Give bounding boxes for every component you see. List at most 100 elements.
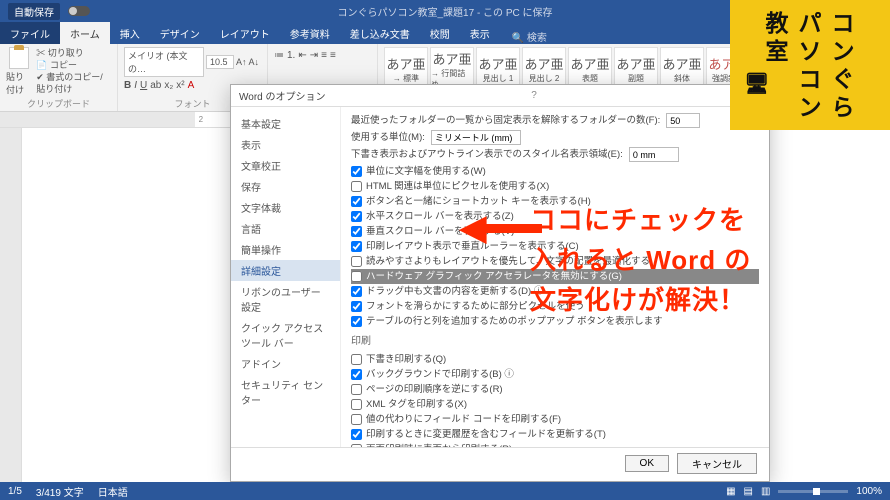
tab-home[interactable]: ホーム — [60, 22, 110, 44]
option-label: バックグラウンドで印刷する(B) ⓘ — [366, 367, 514, 382]
paste-icon — [9, 47, 29, 69]
dialog-nav-item[interactable]: 保存 — [231, 176, 340, 197]
recent-folders-label: 最近使ったフォルダーの一覧から固定表示を解除するフォルダーの数(F): — [351, 113, 660, 128]
view-print-icon[interactable]: ▤ — [744, 486, 753, 497]
option-label: XML タグを印刷する(X) — [366, 397, 467, 412]
underline-button[interactable]: U — [140, 80, 147, 91]
annotation-text: ココにチェックを 入れると Word の 文字化けが解決！ — [530, 200, 751, 320]
option-checkbox[interactable] — [351, 444, 362, 447]
brand-badge: 教パコ室ソンコぐンら 🖥 — [730, 0, 890, 130]
language[interactable]: 日本語 — [98, 484, 128, 499]
group-clipboard-label: クリップボード — [6, 97, 111, 110]
dialog-nav: 基本設定表示文章校正保存文字体裁言語簡単操作詳細設定リボンのユーザー設定クイック… — [231, 107, 341, 447]
cancel-button[interactable]: キャンセル — [677, 453, 757, 474]
dialog-nav-item[interactable]: 表示 — [231, 134, 340, 155]
grow-font-icon[interactable]: A↑ — [236, 57, 247, 67]
tab-review[interactable]: 校閲 — [420, 22, 460, 44]
dialog-nav-item[interactable]: 詳細設定 — [231, 260, 340, 281]
indent-dec-icon[interactable]: ⇤ — [298, 50, 306, 61]
option-label: 値の代わりにフィールド コードを印刷する(F) — [366, 412, 561, 427]
draft-width-input[interactable] — [629, 147, 679, 162]
view-web-icon[interactable]: ▥ — [761, 486, 770, 497]
tab-view[interactable]: 表示 — [460, 22, 500, 44]
align-left-icon[interactable]: ≡ — [321, 50, 327, 61]
document-title: コンぐらパソコン教室_課題17 - この PC に保存 — [337, 4, 552, 19]
page-count[interactable]: 1/5 — [8, 486, 22, 497]
dialog-nav-item[interactable]: 基本設定 — [231, 113, 340, 134]
option-checkbox[interactable] — [351, 196, 362, 207]
word-count[interactable]: 3/419 文字 — [36, 484, 84, 499]
view-readmode-icon[interactable]: ▦ — [726, 486, 735, 497]
dialog-nav-item[interactable]: セキュリティ センター — [231, 374, 340, 410]
statusbar: 1/5 3/419 文字 日本語 ▦ ▤ ▥ 100% — [0, 482, 890, 500]
dialog-nav-item[interactable]: アドイン — [231, 353, 340, 374]
italic-button[interactable]: I — [134, 80, 137, 91]
shrink-font-icon[interactable]: A↓ — [249, 57, 260, 67]
option-label: 両面印刷時に表面から印刷する(R) — [366, 442, 512, 447]
unit-select[interactable] — [431, 130, 521, 145]
format-painter-button[interactable]: ✔ 書式のコピー/貼り付け — [36, 71, 111, 95]
option-checkbox[interactable] — [351, 271, 362, 282]
tab-file[interactable]: ファイル — [0, 22, 60, 44]
option-label: ページの印刷順序を逆にする(R) — [366, 382, 503, 397]
option-checkbox[interactable] — [351, 414, 362, 425]
option-checkbox[interactable] — [351, 181, 362, 192]
recent-folders-input[interactable] — [666, 113, 700, 128]
dialog-nav-item[interactable]: 文字体裁 — [231, 197, 340, 218]
font-color-button[interactable]: A — [188, 80, 195, 91]
font-name-select[interactable]: メイリオ (本文の… — [124, 47, 204, 77]
draft-width-label: 下書き表示およびアウトライン表示でのスタイル名表示領域(E): — [351, 147, 623, 162]
font-size-select[interactable]: 10.5 — [206, 55, 234, 69]
dialog-nav-item[interactable]: リボンのユーザー設定 — [231, 281, 340, 317]
option-checkbox[interactable] — [351, 369, 362, 380]
option-label: 下書き印刷する(Q) — [366, 352, 446, 367]
option-checkbox[interactable] — [351, 384, 362, 395]
vertical-ruler — [0, 128, 22, 482]
option-checkbox[interactable] — [351, 301, 362, 312]
tab-mailings[interactable]: 差し込み文書 — [340, 22, 420, 44]
tab-insert[interactable]: 挿入 — [110, 22, 150, 44]
ok-button[interactable]: OK — [625, 455, 669, 472]
option-checkbox[interactable] — [351, 241, 362, 252]
numbering-icon[interactable]: 1. — [287, 50, 295, 61]
option-checkbox[interactable] — [351, 429, 362, 440]
sub-button[interactable]: x₂ — [164, 80, 173, 91]
bullets-icon[interactable]: ≔ — [274, 50, 284, 61]
paste-button[interactable]: 貼り付け — [6, 47, 32, 96]
autosave-label: 自動保存 — [8, 3, 60, 20]
monitor-icon: 🖥 — [744, 71, 769, 96]
dialog-nav-item[interactable]: 簡単操作 — [231, 239, 340, 260]
cut-button[interactable]: ✂ 切り取り — [36, 47, 111, 59]
tab-layout[interactable]: レイアウト — [210, 22, 280, 44]
search-box[interactable]: 🔍 検索 — [512, 29, 547, 44]
strike-button[interactable]: ab — [150, 80, 161, 91]
indent-inc-icon[interactable]: ⇥ — [310, 50, 318, 61]
option-checkbox[interactable] — [351, 399, 362, 410]
option-checkbox[interactable] — [351, 211, 362, 222]
option-label: 印刷するときに変更履歴を含むフィールドを更新する(T) — [366, 427, 606, 442]
option-label: HTML 関連は単位にピクセルを使用する(X) — [366, 179, 549, 194]
dialog-nav-item[interactable]: 文章校正 — [231, 155, 340, 176]
tab-references[interactable]: 参考資料 — [280, 22, 340, 44]
zoom-slider[interactable] — [778, 490, 848, 493]
dialog-nav-item[interactable]: クイック アクセス ツール バー — [231, 317, 340, 353]
option-checkbox[interactable] — [351, 286, 362, 297]
dialog-help-icon[interactable]: ? — [531, 90, 537, 101]
option-checkbox[interactable] — [351, 316, 362, 327]
sup-button[interactable]: x² — [176, 80, 184, 91]
option-label: ドラッグ中も文書の内容を更新する(D) ⓘ — [366, 284, 543, 299]
align-center-icon[interactable]: ≡ — [330, 50, 336, 61]
option-checkbox[interactable] — [351, 166, 362, 177]
bold-button[interactable]: B — [124, 80, 131, 91]
copy-button[interactable]: 📄 コピー — [36, 59, 111, 71]
option-label: 単位に文字幅を使用する(W) — [366, 164, 486, 179]
tab-design[interactable]: デザイン — [150, 22, 210, 44]
dialog-nav-item[interactable]: 言語 — [231, 218, 340, 239]
zoom-level[interactable]: 100% — [856, 486, 882, 497]
dialog-title: Word のオプション — [239, 88, 326, 103]
option-checkbox[interactable] — [351, 256, 362, 267]
unit-label: 使用する単位(M): — [351, 130, 425, 145]
option-checkbox[interactable] — [351, 354, 362, 365]
autosave-toggle[interactable] — [68, 6, 90, 16]
option-checkbox[interactable] — [351, 226, 362, 237]
